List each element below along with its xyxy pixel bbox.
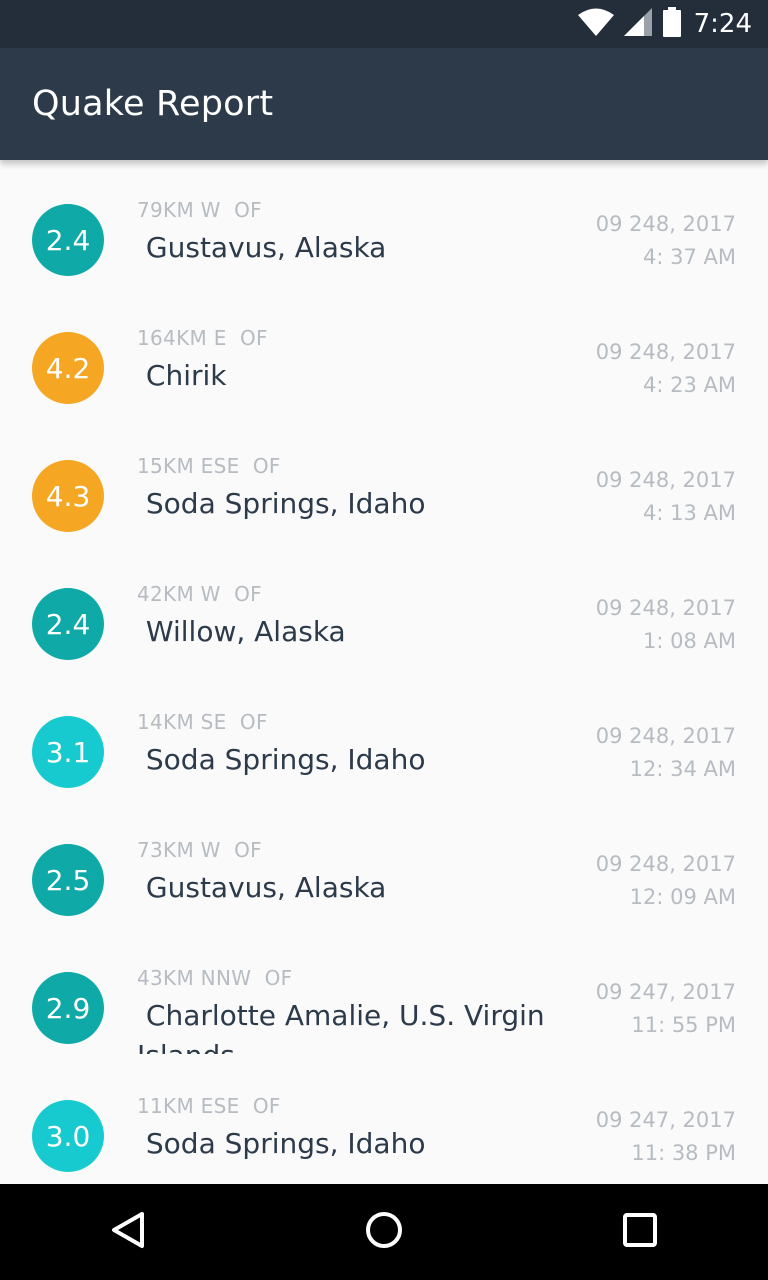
quake-date: 09 248, 2017 — [595, 724, 736, 748]
location-offset: 164KM E OF — [137, 326, 268, 350]
quake-time: 12: 34 AM — [629, 757, 736, 781]
home-button[interactable] — [336, 1184, 432, 1280]
earthquake-list-item[interactable]: 2.9 43KM NNW OF Charlotte Amalie, U.S. V… — [0, 928, 768, 1056]
magnitude-circle: 4.2 — [32, 332, 104, 404]
primary-location: Gustavus, Alaska — [137, 871, 387, 904]
quake-time: 12: 09 AM — [629, 885, 736, 909]
magnitude-circle: 4.3 — [32, 460, 104, 532]
battery-icon — [662, 6, 682, 42]
quake-date: 09 248, 2017 — [595, 852, 736, 876]
app-title: Quake Report — [32, 84, 274, 124]
location-offset: 42KM W OF — [137, 582, 262, 606]
primary-location: Gustavus, Alaska — [137, 231, 387, 264]
earthquake-list-item[interactable]: 3.0 11KM ESE OF Soda Springs, Idaho 09 2… — [0, 1056, 768, 1184]
earthquake-list-item[interactable]: 4.3 15KM ESE OF Soda Springs, Idaho 09 2… — [0, 416, 768, 544]
magnitude-circle: 3.0 — [32, 1100, 104, 1172]
home-icon — [364, 1210, 404, 1255]
quake-time: 11: 55 PM — [631, 1013, 736, 1037]
quake-date: 09 247, 2017 — [595, 980, 736, 1004]
quake-date: 09 248, 2017 — [595, 468, 736, 492]
primary-location: Chirik — [137, 359, 227, 392]
magnitude-circle: 3.1 — [32, 716, 104, 788]
recents-icon — [622, 1212, 658, 1253]
status-bar: 7:24 — [0, 0, 768, 48]
primary-location: Soda Springs, Idaho — [137, 1127, 426, 1160]
location-offset: 73KM W OF — [137, 838, 262, 862]
primary-location: Charlotte Amalie, U.S. Virgin Islands — [137, 999, 545, 1054]
quake-time: 1: 08 AM — [643, 629, 736, 653]
quake-time: 4: 37 AM — [643, 245, 736, 269]
magnitude-circle: 2.9 — [32, 972, 104, 1044]
quake-date: 09 248, 2017 — [595, 596, 736, 620]
earthquake-list[interactable]: 2.4 79KM W OF Gustavus, Alaska 09 248, 2… — [0, 160, 768, 1184]
status-icons — [577, 6, 682, 42]
location-offset: 15KM ESE OF — [137, 454, 281, 478]
quake-date: 09 248, 2017 — [595, 340, 736, 364]
quake-date: 09 248, 2017 — [595, 212, 736, 236]
magnitude-circle: 2.4 — [32, 588, 104, 660]
earthquake-list-item[interactable]: 2.4 79KM W OF Gustavus, Alaska 09 248, 2… — [0, 160, 768, 288]
location-offset: 79KM W OF — [137, 198, 262, 222]
back-icon — [110, 1211, 146, 1254]
primary-location: Soda Springs, Idaho — [137, 743, 426, 776]
status-time: 7:24 — [693, 9, 752, 39]
earthquake-list-item[interactable]: 2.5 73KM W OF Gustavus, Alaska 09 248, 2… — [0, 800, 768, 928]
quake-time: 4: 23 AM — [643, 373, 736, 397]
primary-location: Soda Springs, Idaho — [137, 487, 426, 520]
back-button[interactable] — [80, 1184, 176, 1280]
navigation-bar — [0, 1184, 768, 1280]
app-bar: Quake Report — [0, 48, 768, 160]
location-offset: 11KM ESE OF — [137, 1094, 281, 1118]
cell-signal-icon — [623, 7, 652, 41]
quake-time: 11: 38 PM — [631, 1141, 736, 1165]
magnitude-circle: 2.4 — [32, 204, 104, 276]
magnitude-circle: 2.5 — [32, 844, 104, 916]
quake-time: 4: 13 AM — [643, 501, 736, 525]
wifi-icon — [577, 8, 614, 41]
earthquake-list-item[interactable]: 3.1 14KM SE OF Soda Springs, Idaho 09 24… — [0, 672, 768, 800]
location-offset: 43KM NNW OF — [137, 966, 293, 990]
recents-button[interactable] — [592, 1184, 688, 1280]
primary-location: Willow, Alaska — [137, 615, 346, 648]
earthquake-list-item[interactable]: 4.2 164KM E OF Chirik 09 248, 2017 4: 23… — [0, 288, 768, 416]
earthquake-list-item[interactable]: 2.4 42KM W OF Willow, Alaska 09 248, 201… — [0, 544, 768, 672]
location-offset: 14KM SE OF — [137, 710, 268, 734]
quake-date: 09 247, 2017 — [595, 1108, 736, 1132]
